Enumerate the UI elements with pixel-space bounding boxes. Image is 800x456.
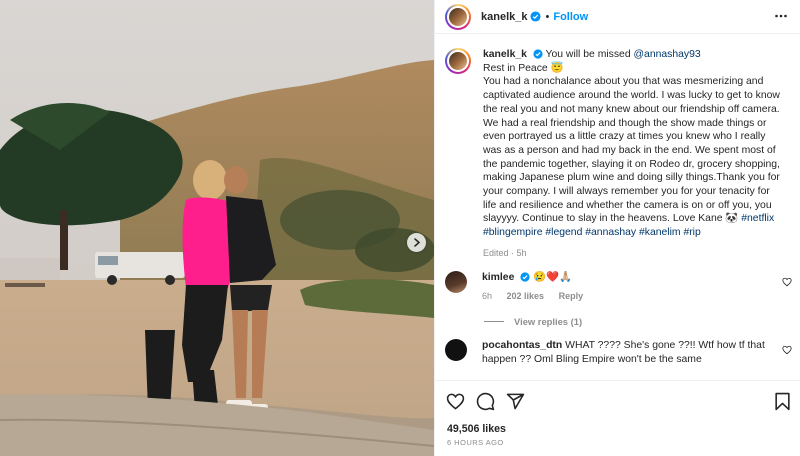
chevron-right-icon xyxy=(413,238,420,247)
verified-icon xyxy=(530,11,542,22)
action-icons xyxy=(446,392,525,414)
view-replies-button[interactable]: View replies (1) xyxy=(435,316,800,327)
more-icon[interactable] xyxy=(774,9,788,23)
action-bar: 49,506 likes 6 HOURS AGO xyxy=(435,380,800,456)
comment-item: pocahontas_dtn WHAT ???? She's gone ??!!… xyxy=(435,338,800,366)
caption-username[interactable]: kanelk_k xyxy=(483,49,527,60)
heart-icon xyxy=(446,393,465,410)
caption-rip-line: Rest in Peace xyxy=(483,62,548,74)
post-photo[interactable] xyxy=(0,0,434,456)
caption-text: kanelk_k You will be missed @annashay93 … xyxy=(483,48,783,261)
view-replies-label[interactable]: View replies (1) xyxy=(514,316,582,327)
comment-text: 😢❤️🙏🏼 xyxy=(533,271,572,283)
comment-button[interactable] xyxy=(476,392,495,414)
post-time: 6 HOURS AGO xyxy=(447,438,504,447)
reply-button[interactable]: Reply xyxy=(559,291,584,301)
post-header: kanelk_k • Follow xyxy=(435,0,800,34)
post-viewer: kanelk_k • Follow kanelk_k You will be m… xyxy=(0,0,800,456)
post-side-panel: kanelk_k • Follow kanelk_k You will be m… xyxy=(434,0,800,456)
caption-meta: Edited · 5h xyxy=(483,247,527,258)
hashtag-netflix[interactable]: #netflix xyxy=(741,213,774,224)
bookmark-icon xyxy=(775,392,790,411)
comment-likes[interactable]: 202 likes xyxy=(507,291,545,301)
commenter-avatar[interactable] xyxy=(445,270,467,293)
caption-body: You had a nonchalance about you that was… xyxy=(483,76,780,225)
like-button[interactable] xyxy=(446,392,465,414)
comment-body: pocahontas_dtn WHAT ???? She's gone ??!!… xyxy=(482,339,772,366)
verified-icon xyxy=(533,49,543,59)
next-photo-button[interactable] xyxy=(407,233,426,252)
comments-list[interactable]: kanelk_k You will be missed @annashay93 … xyxy=(435,42,800,379)
hashtags[interactable]: #blingempire #legend #annashay #kanelim … xyxy=(483,227,701,238)
comment-age: 6h xyxy=(482,291,493,302)
replies-divider xyxy=(484,320,504,322)
heart-icon[interactable] xyxy=(782,345,792,355)
comment-meta: 6h 202 likes Reply xyxy=(482,290,772,304)
comment-item: kimlee 😢❤️🙏🏼 6h 202 likes Reply xyxy=(435,270,800,304)
share-button[interactable] xyxy=(506,392,525,414)
share-icon xyxy=(506,393,525,410)
commenter-avatar[interactable] xyxy=(445,338,467,361)
caption-first-line: You will be missed xyxy=(545,49,631,60)
caption-avatar[interactable] xyxy=(445,48,471,74)
comment-body: kimlee 😢❤️🙏🏼 6h 202 likes Reply xyxy=(482,271,772,304)
post-caption: kanelk_k You will be missed @annashay93 … xyxy=(435,42,800,261)
commenter-username[interactable]: pocahontas_dtn xyxy=(482,340,562,351)
save-button[interactable] xyxy=(774,392,791,414)
commenter-username[interactable]: kimlee xyxy=(482,272,514,283)
comment-icon xyxy=(476,392,495,411)
verified-icon xyxy=(520,271,530,282)
heart-icon[interactable] xyxy=(782,277,792,287)
author-username[interactable]: kanelk_k xyxy=(481,11,527,23)
panda-emoji: 🐼 xyxy=(725,213,739,225)
follow-button[interactable]: Follow xyxy=(553,11,588,23)
angel-emoji: 😇 xyxy=(550,62,564,74)
author-avatar[interactable] xyxy=(445,3,471,30)
photo-scene xyxy=(0,0,434,456)
likes-count[interactable]: 49,506 likes xyxy=(447,423,506,435)
separator-dot: • xyxy=(545,10,550,23)
mention-link[interactable]: @annashay93 xyxy=(634,49,701,60)
